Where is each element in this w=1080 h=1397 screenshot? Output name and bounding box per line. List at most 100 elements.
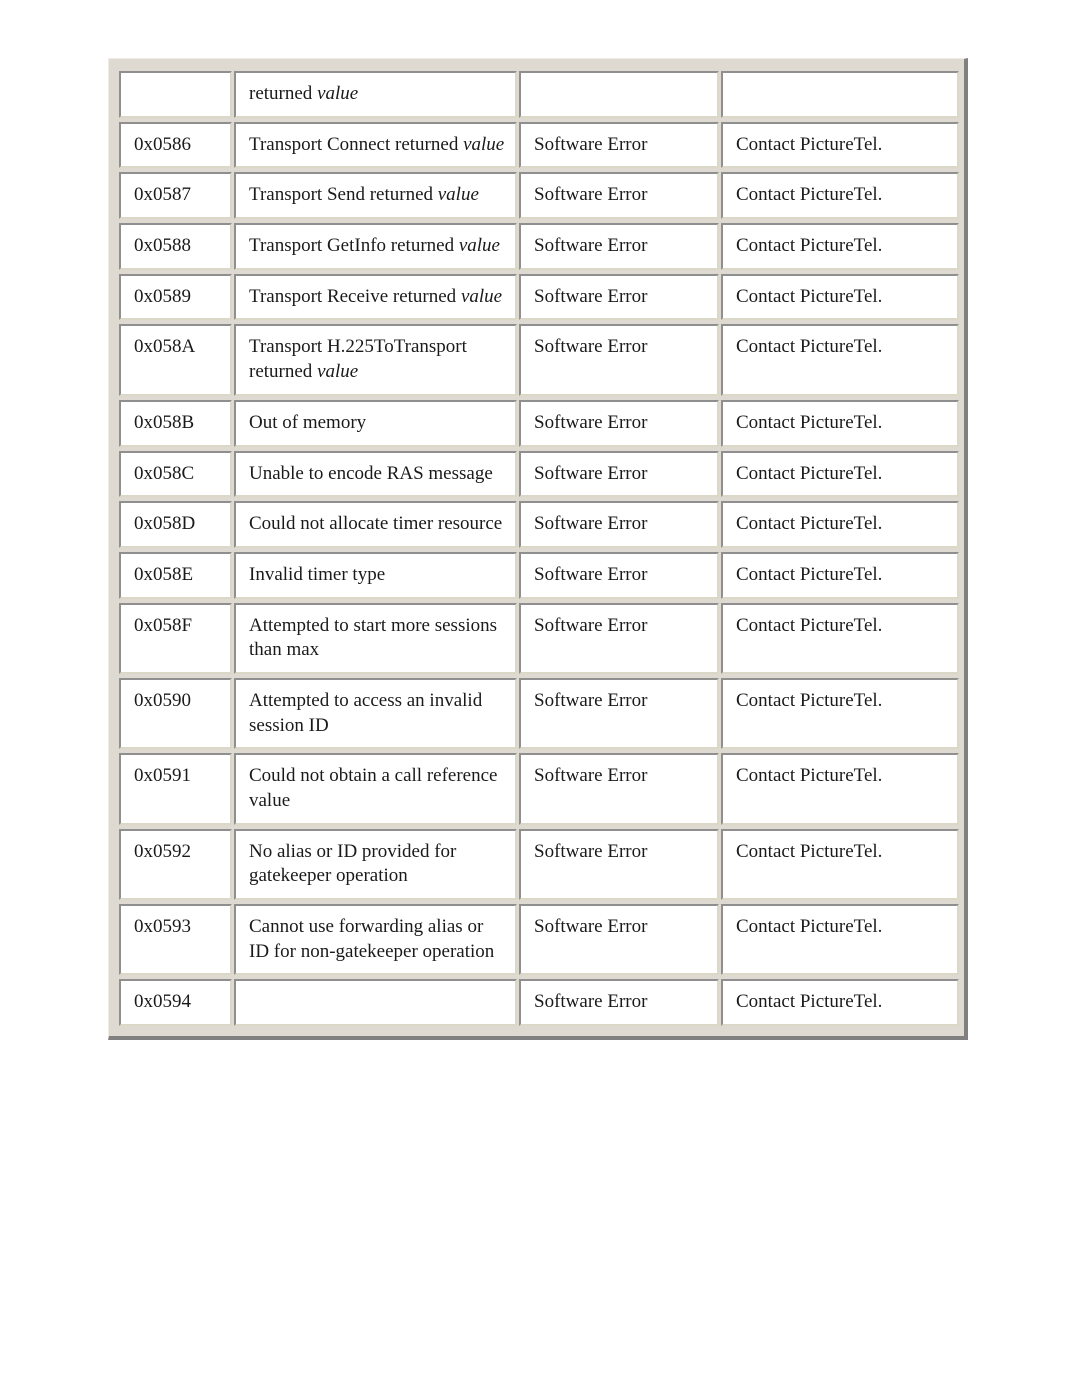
description-text: Transport Receive returned <box>249 285 461 307</box>
table-row: 0x0587 Transport Send returned value Softw… <box>119 172 959 220</box>
description-text: Could not allocate timer resource <box>249 513 503 535</box>
description-emphasis: value <box>437 184 479 206</box>
cell-error-code: 0x0589 <box>119 273 232 321</box>
cell-error-type: Software Error <box>519 399 719 447</box>
cell-description: Could not allocate timer resource <box>234 501 517 548</box>
cell-error-code: 0x058A <box>119 324 232 396</box>
description-text: Transport Connect returned <box>249 133 464 155</box>
description-text: Transport GetInfo returned <box>249 235 459 257</box>
cell-error-type: Software Error <box>519 677 719 750</box>
description-text: Unable to encode RAS message <box>249 462 493 484</box>
error-code-table-frame: returned value 0x0586 Transport Connect re… <box>108 58 968 1041</box>
description-text: Transport Send returned <box>249 184 438 206</box>
description-text: Cannot use forwarding alias or ID for no… <box>249 916 495 962</box>
cell-action: Contact PictureTel. <box>721 602 959 674</box>
cell-error-code: 0x058D <box>119 501 232 548</box>
table-row: 0x058A Transport H.225ToTransport returne… <box>119 324 959 396</box>
table-row: 0x0586 Transport Connect returned value So… <box>119 121 959 169</box>
cell-error-type: Software Error <box>519 501 719 548</box>
table-row: 0x0588 Transport GetInfo returned value So… <box>119 223 959 270</box>
cell-action: Contact PictureTel. <box>721 121 959 169</box>
cell-description: No alias or ID provided for gatekeeper o… <box>234 828 517 901</box>
cell-description: Could not obtain a call reference value <box>234 753 517 825</box>
description-text: Attempted to access an invalid session I… <box>249 689 483 736</box>
description-text: Invalid timer type <box>249 563 386 585</box>
cell-error-type: Software Error <box>519 273 719 321</box>
cell-action: Contact PictureTel. <box>721 551 959 599</box>
table-row: 0x0591 Could not obtain a call reference … <box>119 753 959 825</box>
cell-action: Contact PictureTel. <box>721 677 959 750</box>
cell-action <box>721 71 959 118</box>
cell-action: Contact PictureTel. <box>721 828 959 901</box>
error-code-table-body: returned value 0x0586 Transport Connect re… <box>119 71 959 1027</box>
cell-error-code <box>119 71 232 118</box>
cell-description: Attempted to access an invalid session I… <box>234 677 517 750</box>
table-row: 0x0593 Cannot use forwarding alias or ID … <box>119 904 959 976</box>
cell-action: Contact PictureTel. <box>721 223 959 270</box>
cell-action: Contact PictureTel. <box>721 273 959 321</box>
cell-error-type <box>519 71 719 118</box>
table-row: 0x0590 Attempted to access an invalid ses… <box>119 677 959 750</box>
cell-description: Unable to encode RAS message <box>234 450 517 498</box>
table-row: 0x058C Unable to encode RAS message Softwa… <box>119 450 959 498</box>
description-emphasis: value <box>458 235 500 257</box>
cell-action: Contact PictureTel. <box>721 324 959 396</box>
cell-action: Contact PictureTel. <box>721 979 959 1027</box>
cell-error-code: 0x0588 <box>119 223 232 270</box>
cell-error-type: Software Error <box>519 979 719 1027</box>
cell-error-code: 0x0594 <box>119 979 232 1027</box>
cell-error-type: Software Error <box>519 828 719 901</box>
cell-description: Attempted to start more sessions than ma… <box>234 602 517 674</box>
cell-error-code: 0x0592 <box>119 828 232 901</box>
table-row: returned value <box>119 71 959 118</box>
cell-description: returned value <box>234 71 517 118</box>
cell-action: Contact PictureTel. <box>721 904 959 976</box>
cell-error-code: 0x0591 <box>119 753 232 825</box>
cell-error-code: 0x0590 <box>119 677 232 750</box>
cell-description: Transport Send returned value <box>234 172 517 220</box>
table-row: 0x058D Could not allocate timer resource S… <box>119 501 959 548</box>
cell-error-type: Software Error <box>519 121 719 169</box>
table-row: 0x058B Out of memory Software Error Contact… <box>119 399 959 447</box>
cell-error-type: Software Error <box>519 450 719 498</box>
cell-action: Contact PictureTel. <box>721 450 959 498</box>
description-text: Could not obtain a call reference value <box>249 765 498 811</box>
cell-error-type: Software Error <box>519 172 719 220</box>
cell-error-type: Software Error <box>519 904 719 976</box>
cell-error-type: Software Error <box>519 602 719 674</box>
description-emphasis: value <box>463 133 505 155</box>
cell-action: Contact PictureTel. <box>721 753 959 825</box>
table-row: 0x0592 No alias or ID provided for gateke… <box>119 828 959 901</box>
description-text: Attempted to start more sessions than ma… <box>249 614 498 661</box>
cell-description: Transport Connect returned value <box>234 121 517 169</box>
table-row: 0x058F Attempted to start more sessions t… <box>119 602 959 674</box>
document-page: returned value 0x0586 Transport Connect re… <box>0 0 1080 1397</box>
cell-description: Transport GetInfo returned value <box>234 223 517 270</box>
cell-description: Invalid timer type <box>234 551 517 599</box>
cell-error-code: 0x058C <box>119 450 232 498</box>
table-row: 0x058E Invalid timer type Software Error Co… <box>119 551 959 599</box>
description-emphasis: value <box>460 285 503 307</box>
error-code-table: returned value 0x0586 Transport Connect re… <box>117 67 961 1030</box>
cell-error-code: 0x058E <box>119 551 232 599</box>
cell-description: Transport Receive returned value <box>234 273 517 321</box>
cell-action: Contact PictureTel. <box>721 501 959 548</box>
cell-error-code: 0x0593 <box>119 904 232 976</box>
cell-error-type: Software Error <box>519 223 719 270</box>
table-row: 0x0589 Transport Receive returned value So… <box>119 273 959 321</box>
cell-error-type: Software Error <box>519 753 719 825</box>
cell-description: Could not obtain a session <box>234 979 517 1027</box>
cell-error-code: 0x058B <box>119 399 232 447</box>
cell-description: Cannot use forwarding alias or ID for no… <box>234 904 517 976</box>
description-text: returned <box>249 83 318 104</box>
description-text: No alias or ID provided for gatekeeper o… <box>249 840 457 887</box>
clipped-description: Could not obtain a session <box>249 990 505 1002</box>
cell-description: Transport H.225ToTransport returned valu… <box>234 324 517 396</box>
cell-description: Out of memory <box>234 399 517 447</box>
description-text: Out of memory <box>249 411 367 433</box>
cell-error-code: 0x0587 <box>119 172 232 220</box>
cell-error-code: 0x058F <box>119 602 232 674</box>
cell-error-code: 0x0586 <box>119 121 232 169</box>
cell-error-type: Software Error <box>519 324 719 396</box>
cell-error-type: Software Error <box>519 551 719 599</box>
